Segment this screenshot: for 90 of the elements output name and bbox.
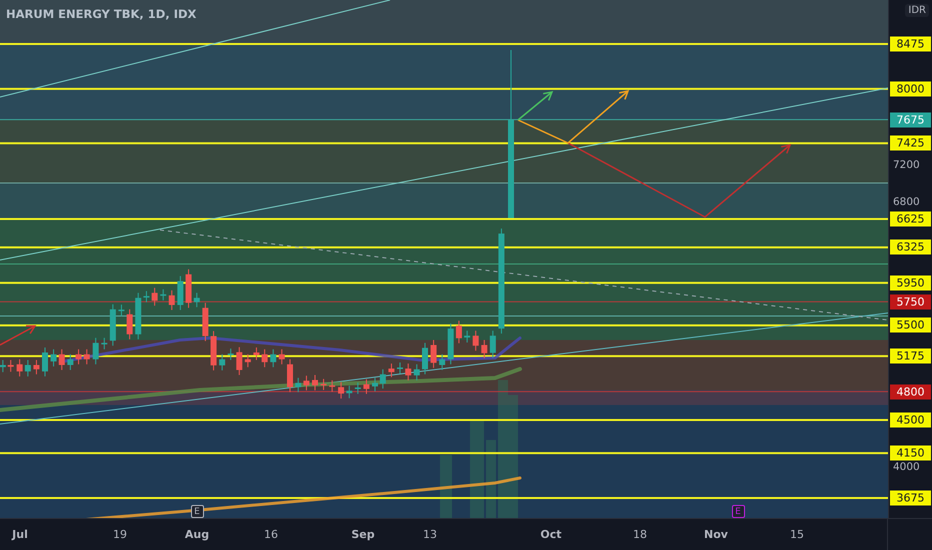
chart-title: HARUM ENERGY TBK, 1D, IDX: [6, 7, 196, 21]
candlestick: [372, 377, 378, 392]
price-tick: 7200: [893, 158, 920, 171]
level-price-label: 4150: [890, 446, 931, 461]
level-price-label: 5500: [890, 318, 931, 333]
candlestick: [405, 363, 412, 381]
candlestick: [270, 348, 276, 368]
candlestick: [422, 342, 428, 375]
candlestick: [126, 308, 133, 340]
candlestick: [8, 360, 14, 372]
candlestick: [58, 348, 65, 370]
candlestick: [202, 302, 208, 342]
price-tick: 4000: [893, 461, 920, 474]
candlestick: [135, 292, 142, 340]
candlestick: [464, 330, 470, 343]
time-label: 18: [633, 528, 647, 541]
candlestick: [160, 288, 166, 301]
candlestick: [329, 380, 336, 392]
candlestick: [354, 382, 361, 394]
candlestick: [118, 304, 124, 317]
candlestick: [346, 385, 352, 399]
candlestick: [24, 360, 31, 377]
projection-arrow: [0, 325, 36, 346]
candlestick: [236, 346, 242, 376]
candlestick: [303, 375, 310, 391]
time-label: Jul: [12, 528, 28, 541]
candlestick: [472, 330, 479, 352]
candlestick: [278, 348, 285, 365]
candlestick: [50, 348, 57, 367]
candlestick: [295, 377, 302, 393]
time-label: Aug: [184, 528, 210, 541]
candlestick: [219, 354, 226, 371]
level-price-label: 5175: [890, 348, 931, 364]
candlestick: [110, 304, 116, 346]
time-label: Nov: [704, 528, 728, 541]
candlestick: [67, 354, 74, 370]
candlestick: [152, 287, 158, 306]
candlestick: [481, 340, 488, 359]
candlestick: [262, 348, 268, 368]
last-price-label: 7675: [890, 112, 931, 128]
level-price-label: 6625: [890, 211, 931, 226]
candlestick: [228, 348, 234, 360]
candlestick: [253, 347, 260, 360]
candlestick: [320, 378, 327, 390]
currency-button[interactable]: IDR: [905, 4, 929, 17]
candlestick: [312, 374, 318, 391]
event-marker[interactable]: E: [190, 505, 204, 518]
candlestick: [380, 368, 386, 390]
level-price-label: 8000: [890, 81, 931, 96]
candlestick: [244, 354, 251, 368]
candlestick: [414, 364, 420, 381]
level-price-label: 8475: [890, 36, 931, 52]
level-price-label: 7425: [890, 136, 931, 151]
candlestick: [397, 362, 403, 374]
time-label: Sep: [351, 528, 375, 541]
candlestick: [101, 337, 108, 350]
candlestick: [210, 330, 217, 371]
candlestick: [439, 354, 446, 370]
candlestick: [388, 363, 394, 378]
time-label: 16: [264, 528, 278, 541]
candlestick: [42, 347, 48, 377]
candlestick: [186, 268, 192, 308]
alert-price-label: 4800: [890, 384, 931, 400]
candlestick: [338, 382, 344, 400]
level-price-label: 5950: [890, 275, 931, 290]
candlestick: [0, 360, 6, 373]
candlestick: [287, 358, 293, 393]
candlestick: [92, 337, 99, 365]
time-label: Oct: [540, 528, 562, 541]
level-price-label: 3675: [890, 490, 931, 506]
candlestick: [194, 292, 200, 308]
time-label: 15: [790, 528, 804, 541]
candlestick: [76, 348, 82, 365]
candlestick: [363, 378, 370, 394]
candlestick: [168, 290, 175, 310]
candlestick: [448, 323, 454, 365]
candlestick: [430, 340, 437, 368]
candlestick: [33, 360, 40, 375]
time-label: 13: [423, 528, 437, 541]
candlestick: [490, 330, 496, 358]
candlestick: [16, 358, 23, 377]
time-label: 19: [113, 528, 127, 541]
level-price-label: 6325: [890, 240, 931, 255]
level-price-label: 4500: [890, 412, 931, 428]
alert-price-label: 5750: [890, 294, 931, 310]
candlestick: [456, 320, 462, 344]
candlestick: [177, 276, 184, 310]
price-tick: 6800: [893, 196, 920, 208]
candlestick: [84, 348, 90, 365]
candlestick: [143, 290, 150, 303]
